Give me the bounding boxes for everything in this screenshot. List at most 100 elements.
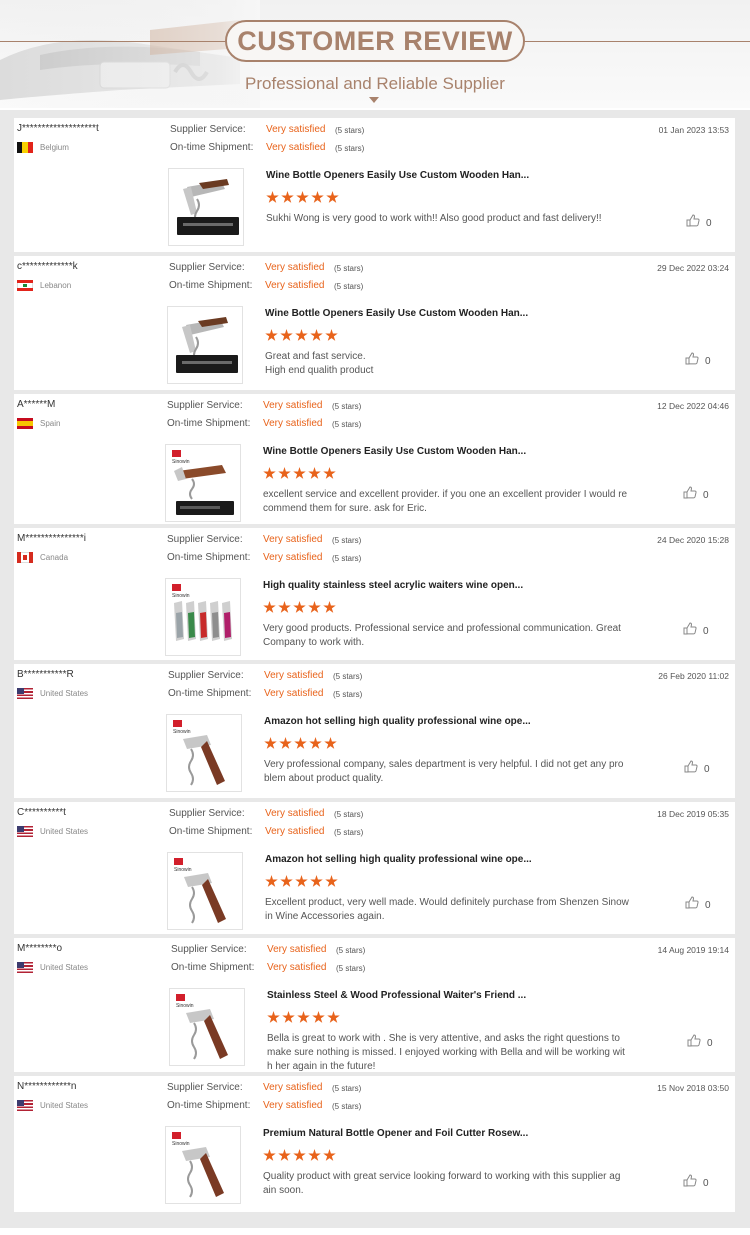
product-title-link[interactable]: Amazon hot selling high quality professi… <box>264 716 531 727</box>
star-icon <box>282 1011 295 1023</box>
supplier-service-label: Supplier Service: <box>168 670 244 681</box>
product-thumbnail[interactable]: Sinowin <box>167 852 243 930</box>
product-thumbnail[interactable]: Sinowin <box>165 1126 241 1204</box>
supplier-service-label: Supplier Service: <box>171 944 247 955</box>
country-name: Canada <box>40 553 69 562</box>
us-flag <box>17 1100 33 1111</box>
review-list: J*******************t Belgium Supplier Ser… <box>0 110 750 1228</box>
belgium-flag <box>17 142 33 153</box>
ontime-shipment-rating: Very satisfied <box>263 1100 323 1111</box>
star-icon <box>326 191 339 203</box>
like-count: 0 <box>705 355 711 367</box>
product-thumbnail[interactable]: Sinowin <box>165 578 241 656</box>
star-icon <box>266 191 279 203</box>
star-icon <box>278 467 291 479</box>
country-name: United States <box>40 963 89 972</box>
star-icon <box>296 191 309 203</box>
supplier-service-stars: (5 stars) <box>332 1084 362 1093</box>
review-comment: Quality product with great service looki… <box>263 1171 621 1196</box>
like-button[interactable]: 0 <box>687 1034 713 1052</box>
star-icon <box>295 875 308 887</box>
like-button[interactable]: 0 <box>683 486 709 504</box>
star-icon <box>293 467 306 479</box>
star-icon <box>310 875 323 887</box>
us-flag <box>17 962 33 973</box>
star-icon <box>263 1149 276 1161</box>
product-thumbnail[interactable]: Sinowin <box>169 988 245 1066</box>
spain-flag <box>17 418 33 429</box>
ontime-shipment-stars: (5 stars) <box>336 964 366 973</box>
star-icon <box>297 1011 310 1023</box>
supplier-service-stars: (5 stars) <box>334 264 364 273</box>
product-title-link[interactable]: Amazon hot selling high quality professi… <box>265 854 532 865</box>
star-icon <box>293 1149 306 1161</box>
supplier-service-label: Supplier Service: <box>169 262 245 273</box>
like-count: 0 <box>703 1177 709 1189</box>
like-button[interactable]: 0 <box>683 1174 709 1192</box>
product-thumbnail[interactable]: Sinowin <box>166 714 242 792</box>
review-card: C**********t United States Supplier Servic… <box>14 802 735 934</box>
reviewer-name: N************n <box>17 1081 77 1092</box>
star-icon <box>293 601 306 613</box>
lebanon-flag <box>17 280 33 291</box>
star-icon <box>265 329 278 341</box>
ontime-shipment-label: On-time Shipment: <box>170 142 254 153</box>
like-count: 0 <box>706 217 712 229</box>
page-subtitle: Professional and Reliable Supplier <box>245 74 505 93</box>
supplier-service-label: Supplier Service: <box>169 808 245 819</box>
like-button[interactable]: 0 <box>684 760 710 778</box>
reviewer-country: United States <box>17 688 88 699</box>
review-comment: Sukhi Wong is very good to work with!! A… <box>266 213 602 224</box>
product-title-link[interactable]: Premium Natural Bottle Opener and Foil C… <box>263 1128 528 1139</box>
us-flag <box>17 688 33 699</box>
product-title-link[interactable]: Wine Bottle Openers Easily Use Custom Wo… <box>266 170 529 181</box>
supplier-service-stars: (5 stars) <box>332 536 362 545</box>
ontime-shipment-label: On-time Shipment: <box>169 280 253 291</box>
supplier-service-label: Supplier Service: <box>167 534 243 545</box>
like-button[interactable]: 0 <box>686 214 712 232</box>
ontime-shipment-rating: Very satisfied <box>263 418 323 429</box>
product-thumbnail[interactable] <box>167 306 243 384</box>
product-title-link[interactable]: Wine Bottle Openers Easily Use Custom Wo… <box>263 446 526 457</box>
reviewer-country: United States <box>17 826 88 837</box>
star-icon <box>280 329 293 341</box>
like-button[interactable]: 0 <box>685 352 711 370</box>
ontime-shipment-rating: Very satisfied <box>265 280 325 291</box>
star-icon <box>308 467 321 479</box>
review-card: M********o United States Supplier Service:… <box>14 938 735 1072</box>
like-count: 0 <box>704 763 710 775</box>
supplier-service-stars: (5 stars) <box>332 402 362 411</box>
review-date: 29 Dec 2022 03:24 <box>657 263 729 273</box>
thumbs-up-icon <box>686 214 700 232</box>
svg-text:Sinowin: Sinowin <box>173 729 191 735</box>
thumbs-up-icon <box>684 760 698 778</box>
svg-text:Sinowin: Sinowin <box>174 867 192 873</box>
review-comment: Bella is great to work with . She is ver… <box>267 1033 625 1072</box>
product-thumbnail[interactable] <box>168 168 244 246</box>
subtitle-caret-icon <box>369 97 379 103</box>
like-button[interactable]: 0 <box>685 896 711 914</box>
star-icon <box>264 737 277 749</box>
star-rating <box>265 329 338 342</box>
product-title-link[interactable]: High quality stainless steel acrylic wai… <box>263 580 523 591</box>
country-name: United States <box>40 1101 89 1110</box>
ontime-shipment-stars: (5 stars) <box>333 690 363 699</box>
review-date: 14 Aug 2019 19:14 <box>657 945 729 955</box>
ontime-shipment-stars: (5 stars) <box>332 554 362 563</box>
svg-text:Sinowin: Sinowin <box>172 593 190 599</box>
country-name: Belgium <box>40 143 69 152</box>
supplier-service-rating: Very satisfied <box>263 534 323 545</box>
star-icon <box>265 875 278 887</box>
product-thumbnail[interactable]: Sinowin <box>165 444 241 522</box>
like-button[interactable]: 0 <box>683 622 709 640</box>
thumbs-up-icon <box>685 352 699 370</box>
ontime-shipment-rating: Very satisfied <box>267 962 327 973</box>
reviewer-country: Spain <box>17 418 60 429</box>
product-title-link[interactable]: Wine Bottle Openers Easily Use Custom Wo… <box>265 308 528 319</box>
ontime-shipment-rating: Very satisfied <box>265 826 325 837</box>
product-title-link[interactable]: Stainless Steel & Wood Professional Wait… <box>267 990 526 1001</box>
supplier-service-rating: Very satisfied <box>265 808 325 819</box>
star-rating <box>265 875 338 888</box>
reviewer-name: A******M <box>17 399 56 410</box>
page-title: CUSTOMER REVIEW <box>237 25 513 56</box>
